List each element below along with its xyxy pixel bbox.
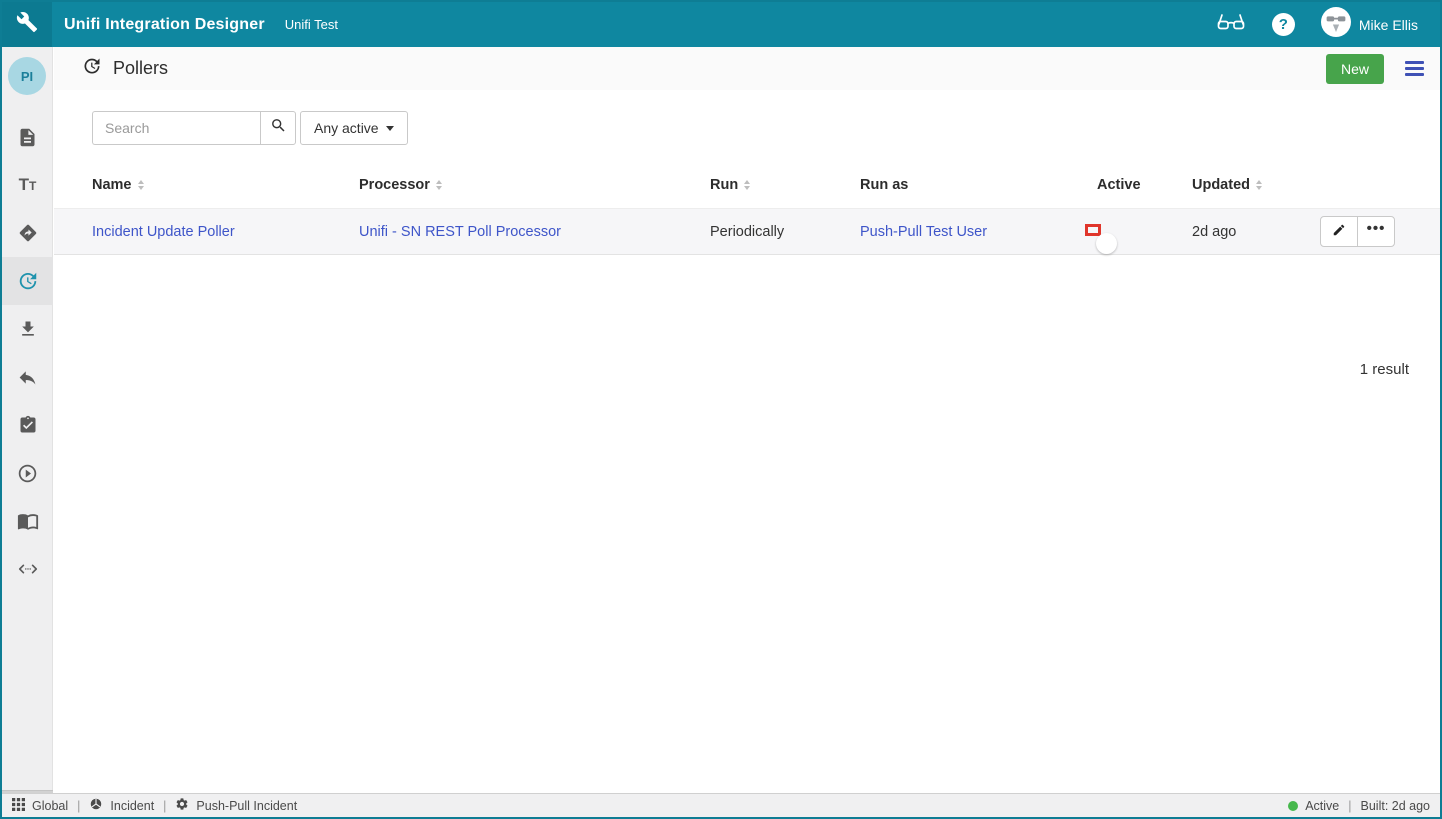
status-label: Active (1305, 799, 1339, 813)
sidebar-integration-avatar[interactable]: PI (8, 57, 46, 95)
pollers-clock-icon (82, 56, 102, 81)
sidebar-item-documentation[interactable] (2, 497, 53, 545)
poller-clock-icon (17, 270, 39, 292)
reply-arrow-icon (17, 367, 38, 388)
annotation-red-box (1085, 224, 1101, 236)
diamond-arrow-icon (17, 222, 39, 244)
status-bar: Global | Incident | Push-Pull Incident A… (2, 793, 1440, 817)
pencil-icon (1332, 223, 1346, 241)
chevron-down-icon (386, 126, 394, 131)
app-window: Unifi Integration Designer Unifi Test ? (0, 0, 1442, 819)
built-label: Built: 2d ago (1361, 799, 1431, 813)
sidebar-item-pollers[interactable] (2, 257, 53, 305)
environment-name[interactable]: Unifi Test (285, 17, 338, 32)
column-header-active: Active (1097, 177, 1192, 193)
sidebar-item-mappings[interactable] (2, 209, 53, 257)
poller-name-link[interactable]: Incident Update Poller (92, 224, 235, 240)
active-filter-dropdown[interactable]: Any active (300, 111, 408, 145)
search-input[interactable] (92, 111, 260, 145)
integration-label[interactable]: Push-Pull Incident (196, 799, 297, 813)
app-title: Unifi Integration Designer (64, 16, 265, 34)
results-summary: 1 result (54, 361, 1409, 378)
filter-label: Any active (314, 120, 379, 136)
column-header-updated[interactable]: Updated (1192, 177, 1320, 193)
page-title: Pollers (113, 58, 168, 79)
column-header-processor[interactable]: Processor (359, 177, 710, 193)
sort-icon (436, 180, 442, 190)
toggle-knob (1096, 233, 1117, 254)
more-actions-button[interactable]: ••• (1357, 216, 1395, 247)
application-label[interactable]: Incident (110, 799, 154, 813)
menu-icon[interactable] (1403, 59, 1426, 78)
text-format-icon: TT (19, 175, 37, 195)
updated-value: 2d ago (1192, 224, 1236, 240)
sidebar-item-responses[interactable] (2, 353, 53, 401)
edit-button[interactable] (1320, 216, 1358, 247)
glasses-icon[interactable] (1216, 10, 1246, 39)
wrench-logo-icon (16, 11, 38, 38)
avatar (1321, 7, 1351, 42)
sidebar-item-runs[interactable] (2, 449, 53, 497)
table-row: Incident Update Poller Unifi - SN REST P… (54, 208, 1440, 255)
clipboard-check-icon (18, 415, 38, 435)
page-header: Pollers New (54, 47, 1440, 90)
sidebar-item-tasks[interactable] (2, 401, 53, 449)
toolbar: Any active (92, 111, 1440, 145)
download-icon (18, 319, 38, 339)
run-value: Periodically (710, 224, 784, 240)
book-icon (17, 510, 39, 532)
sidebar-item-messages[interactable] (2, 113, 53, 161)
table-header-row: Name Processor Run Run as Active Updated (54, 171, 1440, 199)
top-bar: Unifi Integration Designer Unifi Test ? (2, 2, 1440, 47)
sort-icon (1256, 180, 1262, 190)
status-dot-icon (1288, 801, 1298, 811)
column-header-run-as: Run as (860, 177, 1097, 193)
user-name: Mike Ellis (1359, 17, 1418, 33)
gear-icon (175, 797, 189, 814)
run-as-link[interactable]: Push-Pull Test User (860, 224, 987, 240)
main-content: Pollers New Any active Name (54, 47, 1440, 793)
ellipsis-icon: ••• (1367, 224, 1386, 240)
grid-icon (12, 798, 25, 814)
sort-icon (744, 180, 750, 190)
new-button[interactable]: New (1326, 54, 1384, 84)
processor-link[interactable]: Unifi - SN REST Poll Processor (359, 224, 561, 240)
user-menu[interactable]: Mike Ellis (1321, 7, 1418, 42)
play-circle-icon (17, 463, 38, 484)
help-icon[interactable]: ? (1272, 13, 1295, 36)
column-header-run[interactable]: Run (710, 177, 860, 193)
document-icon (17, 127, 38, 148)
column-header-name[interactable]: Name (92, 177, 359, 193)
search-icon (270, 117, 287, 139)
incident-app-icon (89, 797, 103, 814)
scope-label[interactable]: Global (32, 799, 68, 813)
sidebar-item-scripts[interactable] (2, 545, 53, 593)
code-icon (17, 558, 39, 580)
sort-icon (138, 180, 144, 190)
sidebar-item-imports[interactable] (2, 305, 53, 353)
sidebar: PI TT (2, 47, 53, 793)
sidebar-item-fields[interactable]: TT (2, 161, 53, 209)
search-button[interactable] (260, 111, 296, 145)
app-logo[interactable] (2, 2, 52, 47)
